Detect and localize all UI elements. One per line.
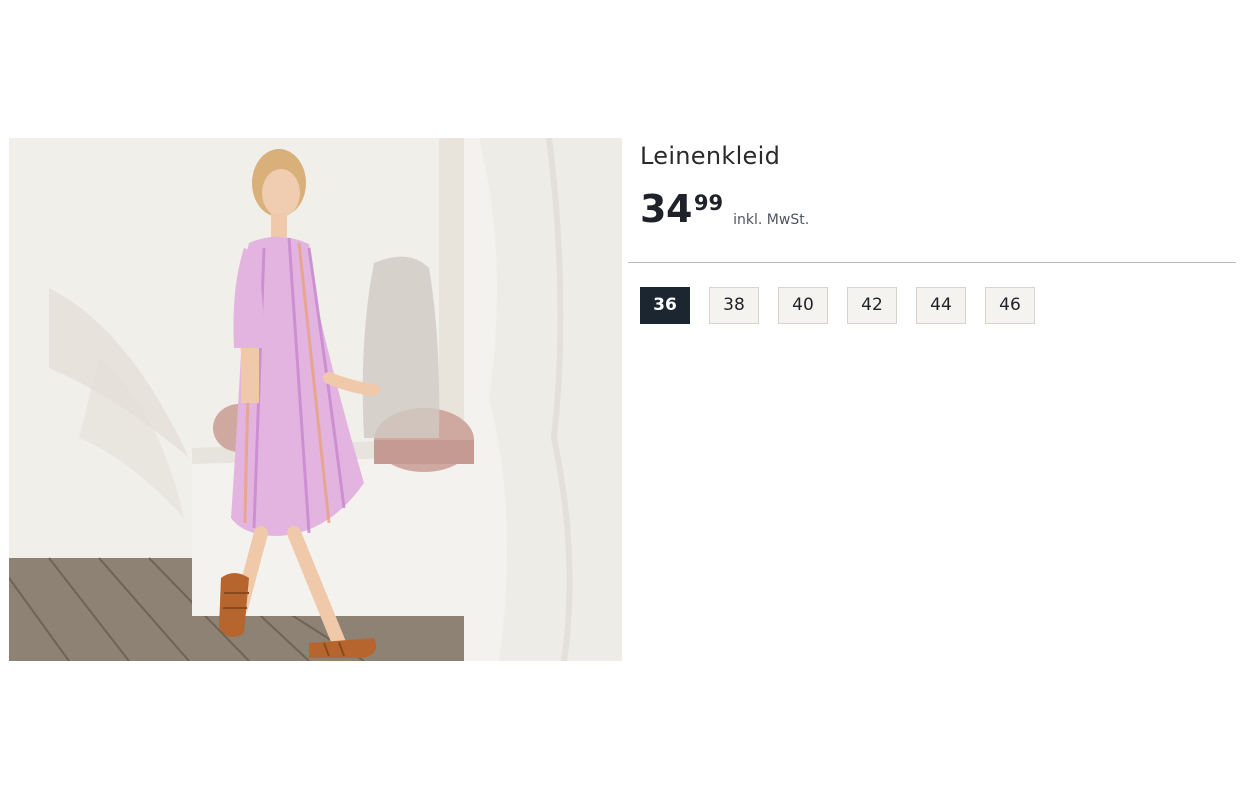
divider <box>628 262 1236 263</box>
product-image[interactable] <box>9 138 622 661</box>
size-option-46[interactable]: 46 <box>985 287 1035 324</box>
price: 34 99 inkl. MwSt. <box>640 187 809 231</box>
product-page: Leinenkleid 34 99 inkl. MwSt. 36 38 40 4… <box>0 0 1248 806</box>
size-option-40[interactable]: 40 <box>778 287 828 324</box>
size-selector: 36 38 40 42 44 46 <box>640 287 1035 324</box>
price-cents: 99 <box>693 191 724 215</box>
size-option-36[interactable]: 36 <box>640 287 690 324</box>
price-main: 34 <box>640 187 692 231</box>
size-option-38[interactable]: 38 <box>709 287 759 324</box>
price-vat-note: inkl. MwSt. <box>733 212 810 228</box>
product-title: Leinenkleid <box>640 142 781 170</box>
size-option-44[interactable]: 44 <box>916 287 966 324</box>
size-option-42[interactable]: 42 <box>847 287 897 324</box>
